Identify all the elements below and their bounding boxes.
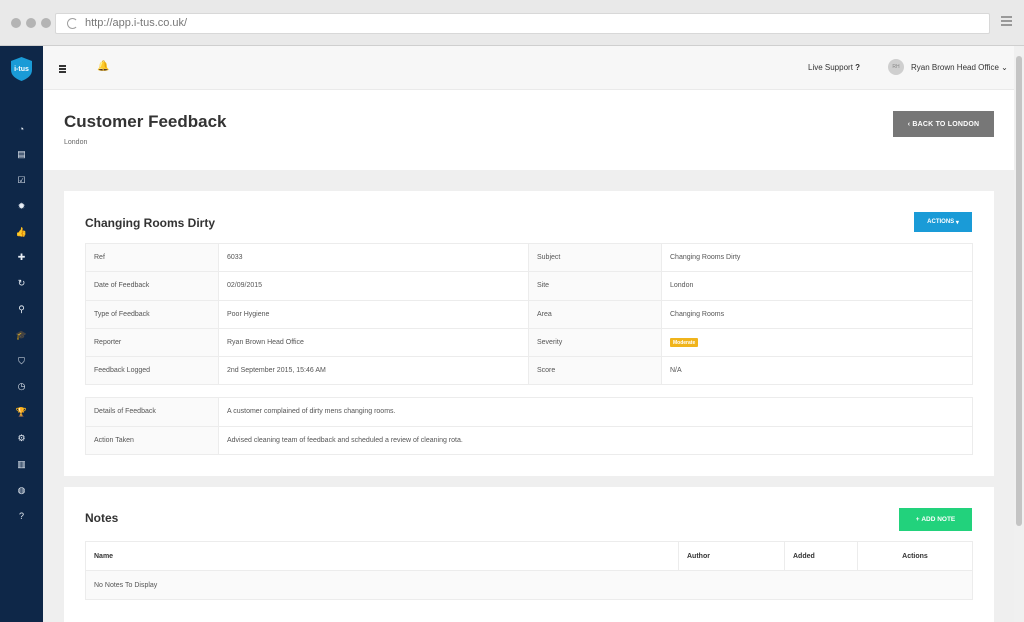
table-row: Feedback Logged 2nd September 2015, 15:46… [85,356,973,386]
column-header-name[interactable]: Name [85,541,679,571]
page-scrollbar[interactable] [1014,46,1024,622]
notification-bell-icon[interactable]: 🔔 [97,61,109,72]
checklist-icon[interactable]: ☑ [0,168,43,194]
action-taken-label: Action Taken [85,425,219,455]
window-controls [11,18,51,28]
add-note-label: ADD NOTE [921,516,956,523]
live-support-link[interactable]: Live Support ? [808,63,860,72]
detail-value: 2nd September 2015, 15:46 AM [218,356,529,386]
shield-icon[interactable]: ⛉ [0,348,43,374]
notes-card: Notes + ADD NOTE Name Author Added Actio… [64,487,994,622]
table-row: Date of Feedback 02/09/2015 Site London [85,271,973,301]
user-name-label: Ryan Brown Head Office [911,63,999,72]
actions-dropdown-button[interactable]: ACTIONS ▾ [914,212,972,232]
hamburger-menu-icon[interactable] [59,65,66,74]
itus-logo-icon[interactable]: i-tus [9,56,34,82]
browser-chrome: http://app.i-tus.co.uk/ [0,0,1024,46]
window-maximize-dot[interactable] [41,18,51,28]
column-header-author[interactable]: Author [678,541,785,571]
refresh-icon[interactable]: ↻ [0,271,43,297]
back-to-london-button[interactable]: ‹ BACK TO LONDON [893,111,994,137]
page-subtitle: London [64,139,88,146]
table-header-row: Name Author Added Actions [85,541,973,571]
detail-label: Score [528,356,662,386]
notes-title: Notes [85,511,119,525]
window-minimize-dot[interactable] [26,18,36,28]
gear-icon[interactable]: ⚙ [0,426,43,452]
help-circle-icon: ? [855,63,861,72]
thumbs-up-icon[interactable]: 👍 [0,219,43,245]
actions-label: ACTIONS [927,219,955,225]
feedback-details-table: Ref 6033 Subject Changing Rooms Dirty Date o… [85,242,973,386]
document-icon[interactable]: ▤ [0,142,43,168]
sidebar-nav: ◔ ▤ ☑ ✹ 👍 ✚ ↻ ⚲ 🎓 ⛉ ◷ 🏆 ⚙ ▥ ◍? [0,116,43,529]
dashboard-icon[interactable]: ◔ [0,116,43,142]
url-text[interactable]: http://app.i-tus.co.uk/ [85,17,187,29]
table-row: No Notes To Display [85,570,973,600]
notes-table: Name Author Added Actions No Notes To Di… [85,541,973,600]
caret-down-icon: ▾ [954,219,959,226]
globe-icon[interactable]: ◍ [0,477,43,503]
user-menu[interactable]: Ryan Brown Head Office ⌄ [911,63,1008,72]
chevron-down-icon: ⌄ [1001,63,1008,72]
detail-value: Changing Rooms [661,299,973,329]
feedback-title: Changing Rooms Dirty [85,216,216,230]
detail-label: Reporter [85,327,219,358]
back-button-label: BACK TO LONDON [912,120,980,128]
detail-label: Subject [528,242,662,273]
detail-value: 02/09/2015 [218,271,529,301]
search-zoom-icon[interactable]: ⚲ [0,297,43,323]
detail-label: Ref [85,242,219,273]
page-header: Customer Feedback London ‹ BACK TO LONDO… [43,90,1014,170]
address-bar[interactable]: http://app.i-tus.co.uk/ [55,13,990,34]
detail-label: Type of Feedback [85,299,219,329]
empty-notes-message: No Notes To Display [85,570,973,600]
feedback-card: Changing Rooms Dirty ACTIONS ▾ Ref 6033 Su… [64,191,994,476]
detail-label: Feedback Logged [85,356,219,386]
main-content: Customer Feedback London ‹ BACK TO LONDO… [43,90,1014,622]
window-close-dot[interactable] [11,18,21,28]
top-bar: 🔔 Live Support ? RH Ryan Brown Head Offi… [43,46,1014,90]
settings-cog-icon[interactable]: ✹ [0,193,43,219]
detail-value: Poor Hygiene [218,299,529,329]
avatar[interactable]: RH [888,59,904,75]
detail-label: Area [528,299,662,329]
column-header-added[interactable]: Added [784,541,858,571]
browser-menu-icon[interactable] [1001,16,1012,28]
severity-badge: Moderate [670,338,699,348]
column-header-actions: Actions [857,541,973,571]
svg-text:i-tus: i-tus [14,66,29,73]
add-note-button[interactable]: + ADD NOTE [899,508,972,531]
clock-icon[interactable]: ◷ [0,374,43,400]
scrollbar-thumb[interactable] [1016,56,1022,526]
detail-value: N/A [661,356,973,386]
table-row: Details of Feedback A customer complaine… [85,397,973,427]
reload-icon[interactable] [67,18,78,29]
detail-label: Site [528,271,662,301]
detail-value: Ryan Brown Head Office [218,327,529,358]
bar-chart-icon[interactable]: ▥ [0,451,43,477]
detail-label: Severity [528,327,662,358]
detail-label: Date of Feedback [85,271,219,301]
details-of-feedback-label: Details of Feedback [85,397,219,427]
live-support-label: Live Support [808,63,853,72]
graduation-cap-icon[interactable]: 🎓 [0,322,43,348]
detail-value: 6033 [218,242,529,273]
feedback-extra-table: Details of Feedback A customer complaine… [85,397,973,455]
table-row: Action Taken Advised cleaning team of fe… [85,425,973,455]
table-row: Type of Feedback Poor Hygiene Area Changing… [85,299,973,329]
detail-value: London [661,271,973,301]
detail-value: Changing Rooms Dirty [661,242,973,273]
table-row: Ref 6033 Subject Changing Rooms Dirty [85,242,973,273]
detail-value: Moderate [661,327,973,358]
medical-kit-icon[interactable]: ✚ [0,245,43,271]
trophy-icon[interactable]: 🏆 [0,400,43,426]
table-row: Reporter Ryan Brown Head Office Severity Mo… [85,327,973,358]
action-taken-value: Advised cleaning team of feedback and sc… [218,425,973,455]
page-title: Customer Feedback [64,112,227,131]
help-icon[interactable]: ? [0,503,43,529]
details-of-feedback-value: A customer complained of dirty mens chan… [218,397,973,427]
sidebar: i-tus ◔ ▤ ☑ ✹ 👍 ✚ ↻ ⚲ 🎓 ⛉ ◷ 🏆 ⚙ ▥ ◍? [0,46,43,622]
